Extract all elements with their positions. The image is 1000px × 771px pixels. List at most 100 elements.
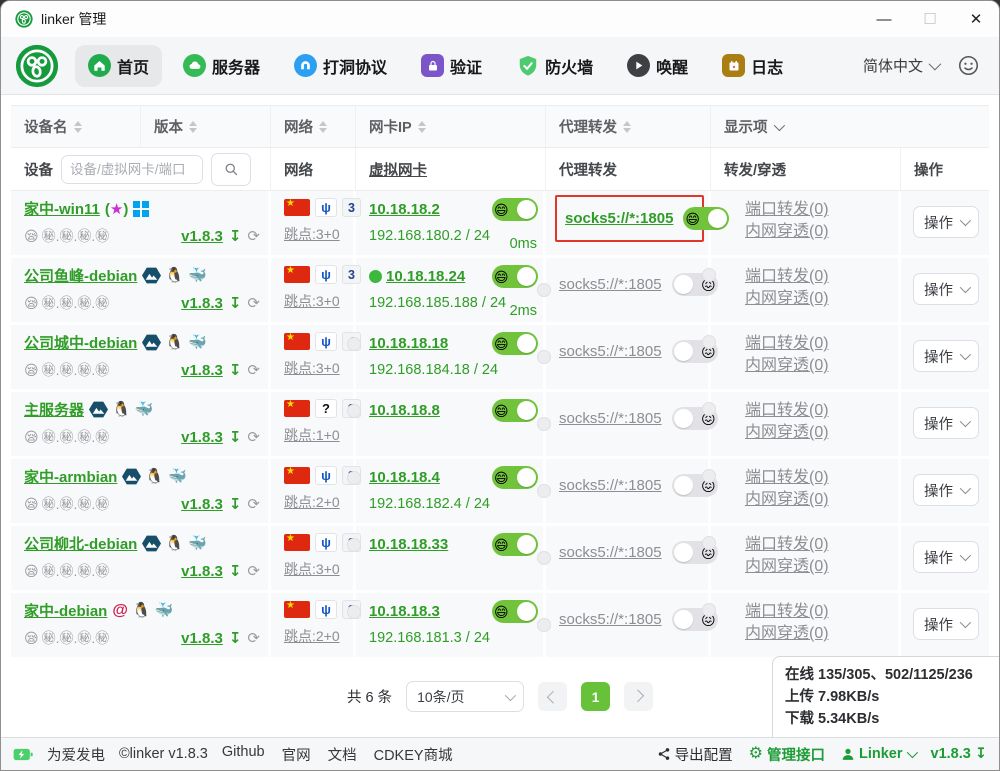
virtual-ip-link[interactable]: 10.18.18.3	[369, 603, 440, 620]
device-name-link[interactable]: 家中-debian	[24, 600, 107, 621]
hops-link[interactable]: 跳点:2+0	[284, 626, 340, 646]
tunnel-link[interactable]: 内网穿透(0)	[745, 491, 829, 508]
tunnel-link[interactable]: 内网穿透(0)	[745, 223, 829, 240]
sort-icon[interactable]	[418, 121, 426, 133]
action-button[interactable]: 操作	[913, 206, 979, 238]
proxy-address-link[interactable]: socks5://*:1805	[559, 544, 662, 561]
hops-link[interactable]: 跳点:3+0	[284, 559, 340, 579]
statusbar-link[interactable]: Github	[222, 744, 265, 765]
download-icon[interactable]: ↧	[229, 227, 242, 245]
prev-page-button[interactable]	[538, 682, 567, 711]
port-forward-link[interactable]: 端口转发(0)	[745, 268, 829, 285]
version-link[interactable]: v1.8.3	[181, 563, 223, 580]
download-icon[interactable]: ↧	[229, 495, 242, 513]
download-icon[interactable]: ↧	[229, 361, 242, 379]
nav-item-auth[interactable]: 验证	[408, 45, 495, 87]
search-button[interactable]	[211, 153, 251, 186]
hops-link[interactable]: 跳点:3+0	[284, 358, 340, 378]
download-icon[interactable]: ↧	[229, 428, 242, 446]
sort-icon[interactable]	[319, 121, 327, 133]
ip-toggle[interactable]: 😄	[492, 600, 538, 623]
proxy-address-link[interactable]: socks5://*:1805	[565, 210, 673, 227]
proxy-address-link[interactable]: socks5://*:1805	[559, 410, 662, 427]
ip-toggle[interactable]: 😄	[492, 466, 538, 489]
nav-item-logs[interactable]: 日志	[709, 45, 796, 87]
statusbar-link[interactable]: 官网	[282, 744, 311, 765]
search-input[interactable]	[61, 155, 203, 184]
proxy-address-link[interactable]: socks5://*:1805	[559, 477, 662, 494]
tunnel-link[interactable]: 内网穿透(0)	[745, 625, 829, 642]
action-button[interactable]: 操作	[913, 340, 979, 372]
nav-item-home[interactable]: 首页	[75, 45, 162, 87]
maximize-button[interactable]: ☐	[907, 1, 953, 37]
ip-toggle[interactable]: 😄	[492, 533, 538, 556]
port-forward-link[interactable]: 端口转发(0)	[745, 536, 829, 553]
tunnel-link[interactable]: 内网穿透(0)	[745, 424, 829, 441]
proxy-address-link[interactable]: socks5://*:1805	[559, 611, 662, 628]
refresh-icon[interactable]: ⟳	[247, 361, 260, 379]
page-1-button[interactable]: 1	[581, 682, 610, 711]
theme-toggle-icon[interactable]	[958, 55, 979, 76]
close-button[interactable]: ✕	[953, 1, 999, 37]
port-forward-link[interactable]: 端口转发(0)	[745, 402, 829, 419]
device-name-link[interactable]: 公司柳北-debian	[24, 533, 137, 554]
port-forward-link[interactable]: 端口转发(0)	[745, 201, 829, 218]
device-name-link[interactable]: 公司城中-debian	[24, 332, 137, 353]
virtual-ip-link[interactable]: 10.18.18.33	[369, 536, 448, 553]
ip-toggle[interactable]: 😄	[492, 265, 538, 288]
device-name-link[interactable]: 公司鱼峰-debian	[24, 265, 137, 286]
nav-item-server[interactable]: 服务器	[170, 45, 273, 87]
action-button[interactable]: 操作	[913, 474, 979, 506]
app-version[interactable]: v1.8.3 ↧	[931, 746, 987, 762]
ip-toggle[interactable]: 😄	[492, 198, 538, 221]
col-display-options[interactable]: 显示项	[711, 106, 991, 147]
nav-item-wake[interactable]: 唤醒	[614, 45, 701, 87]
refresh-icon[interactable]: ⟳	[247, 227, 260, 245]
tunnel-link[interactable]: 内网穿透(0)	[745, 290, 829, 307]
action-button[interactable]: 操作	[913, 407, 979, 439]
export-config-button[interactable]: 导出配置	[657, 744, 733, 765]
virtual-ip-link[interactable]: 10.18.18.24	[386, 268, 465, 285]
hops-link[interactable]: 跳点:3+0	[284, 224, 340, 244]
action-button[interactable]: 操作	[913, 273, 979, 305]
virtual-ip-link[interactable]: 10.18.18.8	[369, 402, 440, 419]
hops-link[interactable]: 跳点:1+0	[284, 425, 340, 445]
download-icon[interactable]: ↧	[229, 294, 242, 312]
col-nic-ip[interactable]: 网卡IP	[356, 106, 546, 147]
language-selector[interactable]: 简体中文	[863, 55, 938, 76]
nav-item-firewall[interactable]: 防火墙	[503, 45, 606, 87]
refresh-icon[interactable]: ⟳	[247, 428, 260, 446]
refresh-icon[interactable]: ⟳	[247, 294, 260, 312]
virtual-ip-link[interactable]: 10.18.18.18	[369, 335, 448, 352]
statusbar-link[interactable]: 文档	[328, 744, 357, 765]
proxy-address-link[interactable]: socks5://*:1805	[559, 276, 662, 293]
action-button[interactable]: 操作	[913, 541, 979, 573]
version-link[interactable]: v1.8.3	[181, 362, 223, 379]
ip-toggle[interactable]: 😄	[492, 332, 538, 355]
device-name-link[interactable]: 家中-win11	[24, 198, 100, 219]
account-menu[interactable]: Linker	[841, 746, 915, 762]
col-proxy[interactable]: 代理转发	[546, 106, 711, 147]
col-version[interactable]: 版本	[141, 106, 271, 147]
version-link[interactable]: v1.8.3	[181, 630, 223, 647]
page-size-select[interactable]: 10条/页	[406, 681, 524, 712]
port-forward-link[interactable]: 端口转发(0)	[745, 603, 829, 620]
action-button[interactable]: 操作	[913, 608, 979, 640]
virtual-ip-link[interactable]: 10.18.18.2	[369, 201, 440, 218]
statusbar-link[interactable]: CDKEY商城	[374, 744, 453, 765]
donate-link[interactable]: 为爱发电	[47, 744, 105, 765]
refresh-icon[interactable]: ⟳	[247, 629, 260, 647]
nav-item-punch[interactable]: 打洞协议	[281, 45, 400, 87]
download-icon[interactable]: ↧	[229, 562, 242, 580]
next-page-button[interactable]	[624, 682, 653, 711]
admin-api-button[interactable]: ⚙ 管理接口	[749, 744, 825, 765]
subcol-virtual-nic[interactable]: 虚拟网卡	[356, 148, 546, 190]
port-forward-link[interactable]: 端口转发(0)	[745, 469, 829, 486]
device-name-link[interactable]: 主服务器	[24, 399, 84, 420]
col-network[interactable]: 网络	[271, 106, 356, 147]
ip-toggle[interactable]: 😄	[492, 399, 538, 422]
virtual-ip-link[interactable]: 10.18.18.4	[369, 469, 440, 486]
tunnel-link[interactable]: 内网穿透(0)	[745, 558, 829, 575]
col-device-name[interactable]: 设备名	[11, 106, 141, 147]
download-icon[interactable]: ↧	[229, 629, 242, 647]
